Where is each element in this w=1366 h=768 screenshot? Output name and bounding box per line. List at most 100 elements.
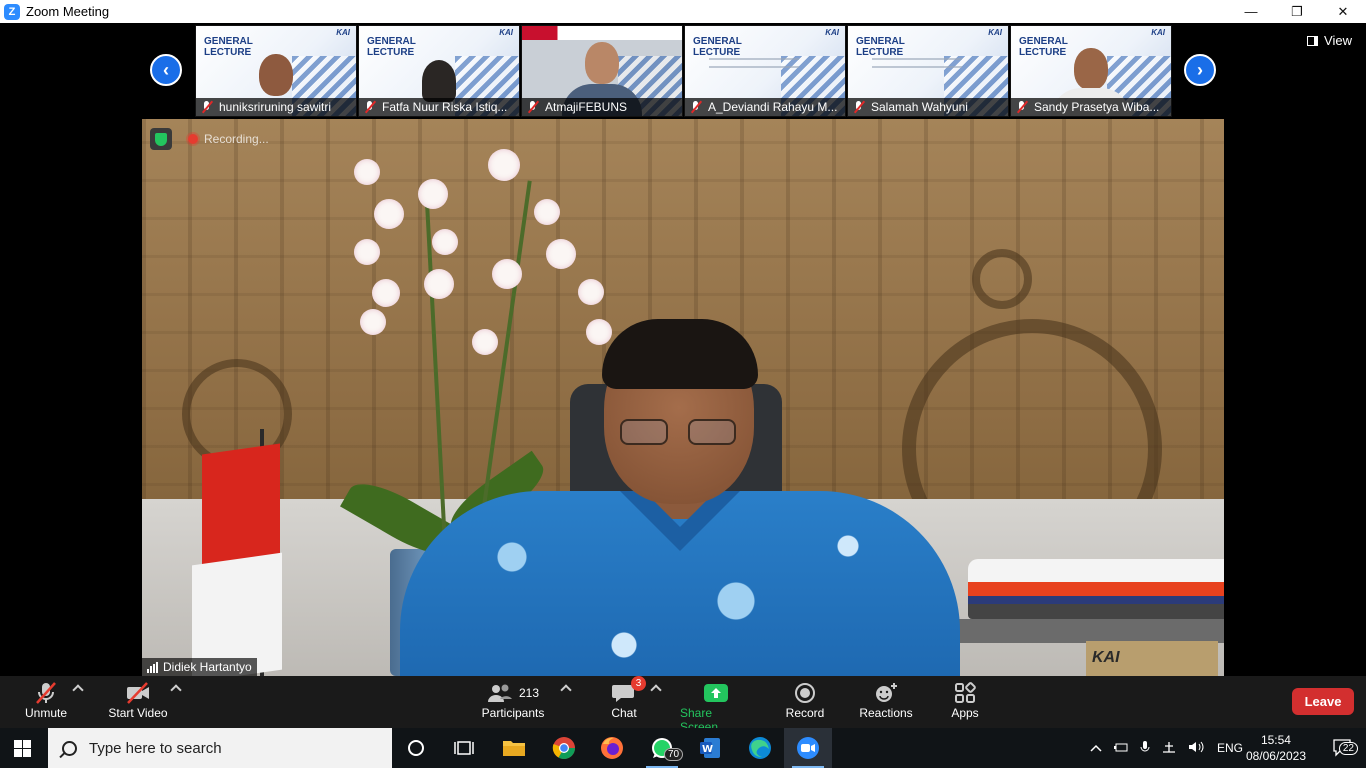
orchid-flower	[354, 159, 380, 185]
participants-label: Participants	[481, 706, 545, 720]
cortana-icon[interactable]	[392, 728, 440, 768]
participants-count: 213	[518, 686, 540, 700]
maximize-button[interactable]: ❐	[1274, 0, 1320, 23]
zoom-logo-icon: Z	[4, 3, 20, 20]
orchid-flower	[424, 269, 454, 299]
kai-logo: KAI	[336, 28, 350, 37]
tray-chevron-up-icon[interactable]	[1090, 741, 1102, 755]
participants-caret-icon[interactable]	[560, 684, 572, 696]
participant-tile[interactable]: GENERAL LECTURE KAI Sandy Prasetya Wiba..…	[1010, 25, 1172, 117]
language-indicator[interactable]: ENG	[1217, 741, 1243, 755]
orchid-flower	[360, 309, 386, 335]
file-explorer-icon[interactable]	[490, 728, 538, 768]
view-button[interactable]: View	[1307, 33, 1352, 48]
minimize-button[interactable]: —	[1228, 0, 1274, 23]
participant-name-bar: A_Deviandi Rahayu M...	[685, 98, 845, 116]
orchid-flower	[472, 329, 498, 355]
slide-heading: GENERAL LECTURE	[367, 36, 416, 58]
chat-caret-icon[interactable]	[650, 684, 662, 696]
gallery-next-button[interactable]: ›	[1184, 54, 1216, 86]
firefox-icon[interactable]	[588, 728, 636, 768]
search-placeholder: Type here to search	[89, 739, 222, 757]
train-stand	[932, 619, 1224, 643]
word-icon[interactable]: W	[686, 728, 734, 768]
chat-label: Chat	[611, 706, 637, 720]
orchid-flower	[354, 239, 380, 265]
close-button[interactable]: ✕	[1320, 0, 1366, 23]
kai-logo: KAI	[499, 28, 513, 37]
orchid-flower	[432, 229, 458, 255]
participant-face	[585, 42, 619, 84]
slide-heading: GENERAL LECTURE	[856, 36, 905, 58]
zoom-taskbar-icon[interactable]	[784, 728, 832, 768]
participants-button[interactable]: 213 Participants	[480, 680, 546, 720]
recording-indicator: Recording...	[150, 128, 269, 150]
orchid-flower	[546, 239, 576, 269]
notification-center-button[interactable]: 22	[1332, 728, 1358, 768]
participant-tile[interactable]: AtmajiFEBUNS	[521, 25, 683, 117]
start-video-label: Start Video	[108, 706, 168, 720]
participant-name: A_Deviandi Rahayu M...	[708, 100, 838, 114]
task-view-icon[interactable]	[440, 728, 488, 768]
leave-button[interactable]: Leave	[1292, 688, 1354, 715]
participant-tile[interactable]: GENERAL LECTURE KAI A_Deviandi Rahayu M..…	[684, 25, 846, 117]
volume-icon[interactable]	[1188, 740, 1206, 757]
microphone-icon[interactable]	[1140, 740, 1150, 757]
meeting-area: ‹ › View GENERAL LECTURE KAI huniksriruni…	[0, 23, 1366, 676]
participant-tile[interactable]: GENERAL LECTURE KAI Salamah Wahyuni	[847, 25, 1009, 117]
start-video-button[interactable]: Start Video	[106, 680, 170, 720]
windows-start-icon[interactable]	[14, 740, 31, 757]
unmute-button[interactable]: Unmute	[22, 680, 70, 720]
whatsapp-icon[interactable]: 70	[638, 728, 686, 768]
participant-tile[interactable]: GENERAL LECTURE KAI huniksriruning sawitr…	[195, 25, 357, 117]
record-button[interactable]: Record	[785, 680, 825, 720]
mic-muted-icon	[363, 100, 377, 114]
taskbar-clock[interactable]: 15:54 08/06/2023	[1246, 732, 1306, 764]
chat-icon: 3	[612, 676, 646, 706]
orchid-flower	[534, 199, 560, 225]
edge-icon[interactable]	[736, 728, 784, 768]
slide-heading: GENERAL LECTURE	[204, 36, 253, 58]
mic-muted-icon	[689, 100, 703, 114]
apps-label: Apps	[951, 706, 979, 720]
orchid-flower	[372, 279, 400, 307]
whatsapp-badge: 70	[664, 748, 684, 761]
reactions-button[interactable]: Reactions	[858, 680, 914, 720]
taskbar-search[interactable]: Type here to search	[48, 728, 392, 768]
participant-name-bar: Sandy Prasetya Wiba...	[1011, 98, 1171, 116]
flag-banner	[522, 26, 682, 40]
orchid-flower	[488, 149, 520, 181]
windows-taskbar: Type here to search 70 W ENG 15:54 08/06…	[0, 728, 1366, 768]
system-tray: ENG	[1090, 728, 1243, 768]
mic-muted-icon	[1015, 100, 1029, 114]
view-label: View	[1324, 33, 1352, 48]
share-screen-button[interactable]: Share Screen	[680, 680, 752, 734]
video-options-caret-icon[interactable]	[170, 684, 182, 696]
network-icon[interactable]	[1161, 740, 1177, 757]
speaker-hair	[602, 319, 758, 389]
participant-name-bar: huniksriruning sawitri	[196, 98, 356, 116]
orchid-flower	[418, 179, 448, 209]
share-screen-icon	[703, 680, 729, 706]
participant-name-bar: AtmajiFEBUNS	[522, 98, 682, 116]
chrome-icon[interactable]	[540, 728, 588, 768]
participant-name: Salamah Wahyuni	[871, 100, 968, 114]
apps-button[interactable]: Apps	[948, 680, 982, 720]
participant-name: huniksriruning sawitri	[219, 100, 332, 114]
participant-tile[interactable]: GENERAL LECTURE KAI Fatfa Nuur Riska Isti…	[358, 25, 520, 117]
search-icon	[62, 740, 77, 756]
kai-logo: KAI	[825, 28, 839, 37]
clock-date: 08/06/2023	[1245, 749, 1306, 763]
chat-button[interactable]: 3 Chat	[604, 676, 646, 720]
orchid-flower	[374, 199, 404, 229]
chat-unread-badge: 3	[631, 676, 646, 691]
unmute-label: Unmute	[24, 706, 68, 720]
shield-icon[interactable]	[150, 128, 172, 150]
apps-icon	[954, 680, 976, 706]
gallery-prev-button[interactable]: ‹	[150, 54, 182, 86]
battery-icon[interactable]	[1113, 741, 1129, 756]
audio-options-caret-icon[interactable]	[72, 684, 84, 696]
record-icon	[794, 680, 816, 706]
participant-face	[259, 54, 293, 96]
reactions-icon	[874, 680, 898, 706]
